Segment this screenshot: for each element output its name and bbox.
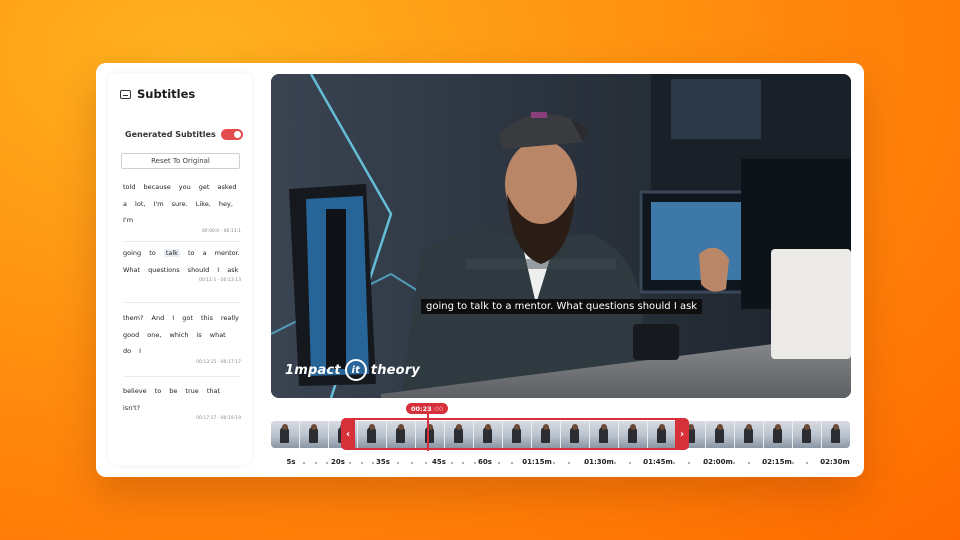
logo-mark: it [344, 359, 367, 381]
segment-time: 00:11:1 - 00:13:13 [198, 278, 241, 283]
chevron-left-icon: ‹ [345, 428, 351, 440]
subtitles-icon [120, 89, 131, 99]
timeline-tick-dot [397, 462, 399, 464]
timeline-tick-dot [511, 462, 513, 464]
generated-subtitles-label: Generated Subtitles [125, 130, 216, 139]
timeline-tick-dot [314, 462, 317, 464]
trim-handle-right[interactable]: › [675, 418, 689, 450]
filmstrip-frame [271, 421, 300, 448]
subtitle-segment[interactable]: them? And I got this really good one, wh… [123, 310, 241, 365]
sidebar-title: Subtitles [137, 87, 196, 101]
filmstrip-frame [735, 421, 764, 448]
timeline-tick-dot [462, 462, 464, 464]
timeline-tick-dot [747, 462, 750, 464]
chevron-right-icon: › [679, 428, 685, 440]
timeline-tick-label: 60s [478, 458, 492, 466]
segment-text[interactable]: believe to be true that isn't? [123, 383, 241, 416]
playhead-time: 00:23 [411, 404, 432, 413]
timeline-tick-label: 35s [376, 458, 390, 466]
timeline-tick-dot [349, 462, 352, 464]
timeline-tick-dot [411, 462, 413, 464]
timeline-tick-dot [568, 462, 570, 464]
timeline-tick-dot [552, 462, 555, 464]
timeline-tick-label: 02:00m [703, 458, 733, 466]
timeline-tick-dot [473, 462, 476, 464]
filmstrip-frame [706, 421, 735, 448]
segment-text[interactable]: them? And I got this really good one, wh… [123, 310, 241, 360]
segment-divider [123, 376, 241, 377]
timeline-tick-dot [688, 462, 690, 464]
timeline-tick-dot [628, 462, 631, 464]
timeline-tick-dot [791, 462, 794, 464]
timeline-tick-dot [360, 462, 363, 464]
timeline-tick-dot [425, 462, 427, 464]
segment-divider [123, 302, 241, 303]
segment-time: 00:13:15 - 00:17:17 [196, 359, 241, 365]
segment-divider [123, 241, 241, 242]
video-preview[interactable]: going to talk to a mentor. What question… [271, 74, 851, 398]
timeline-tick-label: 01:30m [584, 458, 614, 466]
timeline-ruler: 5s 20s 35s 45s 60s 01:15m 01:30m 01:45m 02:00m 02… [271, 458, 861, 470]
timeline-tick-dot [673, 462, 675, 464]
video-frame-illustration [271, 74, 851, 398]
playhead[interactable] [427, 411, 429, 451]
generated-subtitles-row: Generated Subtitles [125, 129, 243, 140]
subtitle-editor-window: Subtitles Generated Subtitles Reset To O… [96, 63, 864, 477]
timeline-tick-dot [613, 462, 616, 464]
logo-word-right: theory [370, 362, 421, 378]
subtitles-sidebar: Subtitles Generated Subtitles Reset To O… [108, 73, 252, 465]
reset-to-original-button[interactable]: Reset To Original [121, 153, 240, 169]
subtitle-caption: going to talk to a mentor. What question… [421, 299, 703, 314]
timeline-tick-dot [371, 462, 374, 464]
timeline-tick-label: 45s [432, 458, 446, 466]
filmstrip-frame [822, 421, 850, 448]
subtitle-segment[interactable]: told because you get asked a lot, I'm su… [123, 179, 241, 234]
filmstrip-frame [764, 421, 793, 448]
timeline-tick-dot [326, 462, 329, 464]
trim-handle-left[interactable]: ‹ [341, 418, 355, 450]
timeline-tick-dot [806, 462, 808, 464]
timeline-tick-label: 5s [286, 458, 296, 466]
subtitle-segment[interactable]: going to talk to a mentor. What question… [123, 245, 241, 283]
segment-text[interactable]: going to talk to a mentor. What question… [123, 245, 241, 278]
timeline-tick-dot [498, 462, 500, 464]
timeline-tick-label: 01:15m [522, 458, 552, 466]
timeline-tick-label: 20s [331, 458, 345, 466]
segment-time: 00:00:0 - 00:11:1 [201, 228, 241, 234]
playhead-time-badge: 00:23:00 [406, 403, 449, 414]
impact-theory-logo: 1mpact it theory [285, 359, 420, 381]
timeline-selection[interactable] [341, 418, 689, 450]
timeline-tick-label: 02:30m [820, 458, 850, 466]
timeline-tick-dot [302, 462, 305, 464]
filmstrip-frame [300, 421, 329, 448]
segment-text[interactable]: told because you get asked a lot, I'm su… [123, 179, 241, 229]
filmstrip-frame [793, 421, 822, 448]
playhead-fraction: :00 [432, 404, 444, 413]
generated-subtitles-toggle[interactable] [221, 129, 243, 140]
timeline-tick-label: 01:45m [643, 458, 673, 466]
segment-time: 00:17:17 - 00:19:19 [196, 416, 241, 421]
timeline-tick-dot [732, 462, 735, 464]
subtitle-segment[interactable]: believe to be true that isn't? 00:17:17 … [123, 383, 241, 421]
sidebar-header: Subtitles [120, 87, 195, 101]
timeline-tick-dot [450, 462, 453, 464]
timeline-tick-label: 02:15m [762, 458, 792, 466]
logo-word-left: 1mpact [285, 362, 341, 378]
